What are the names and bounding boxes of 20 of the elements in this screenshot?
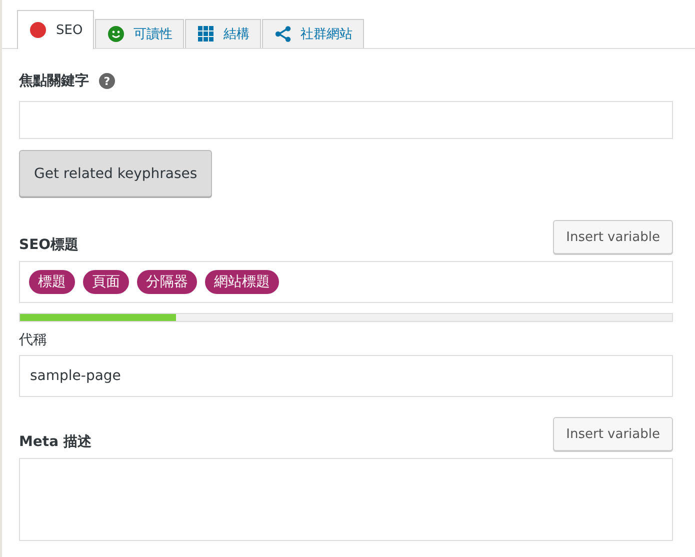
input-field[interactable] [19, 458, 673, 541]
input-field[interactable]: 標題 頁面 分隔器 網站標題 [19, 261, 673, 303]
field-label: 焦點關鍵字 [19, 72, 89, 90]
field-label: Meta 描述 [19, 433, 92, 451]
insert-variable-button[interactable]: Insert variable [553, 220, 673, 254]
help-icon[interactable]: ? [99, 73, 115, 89]
related-keyphrases-button[interactable]: Get related keyphrases [19, 150, 212, 197]
tab[interactable]: SEO [17, 10, 94, 49]
field-label: 代稱 [19, 331, 48, 349]
input-field[interactable]: sample-page [19, 355, 673, 397]
tab[interactable]: 可讀性 [94, 19, 184, 48]
variable-tag: 頁面 [83, 270, 129, 294]
insert-variable-button[interactable]: Insert variable [553, 417, 673, 451]
tab[interactable]: 結構 [184, 19, 261, 48]
variable-tag: 標題 [29, 270, 75, 294]
variable-tag: 分隔器 [137, 270, 197, 294]
input-field[interactable] [19, 101, 673, 139]
tab[interactable]: 社群網站 [262, 19, 364, 48]
field-label: SEO標題 [19, 236, 79, 254]
variable-tag: 網站標題 [205, 270, 279, 294]
